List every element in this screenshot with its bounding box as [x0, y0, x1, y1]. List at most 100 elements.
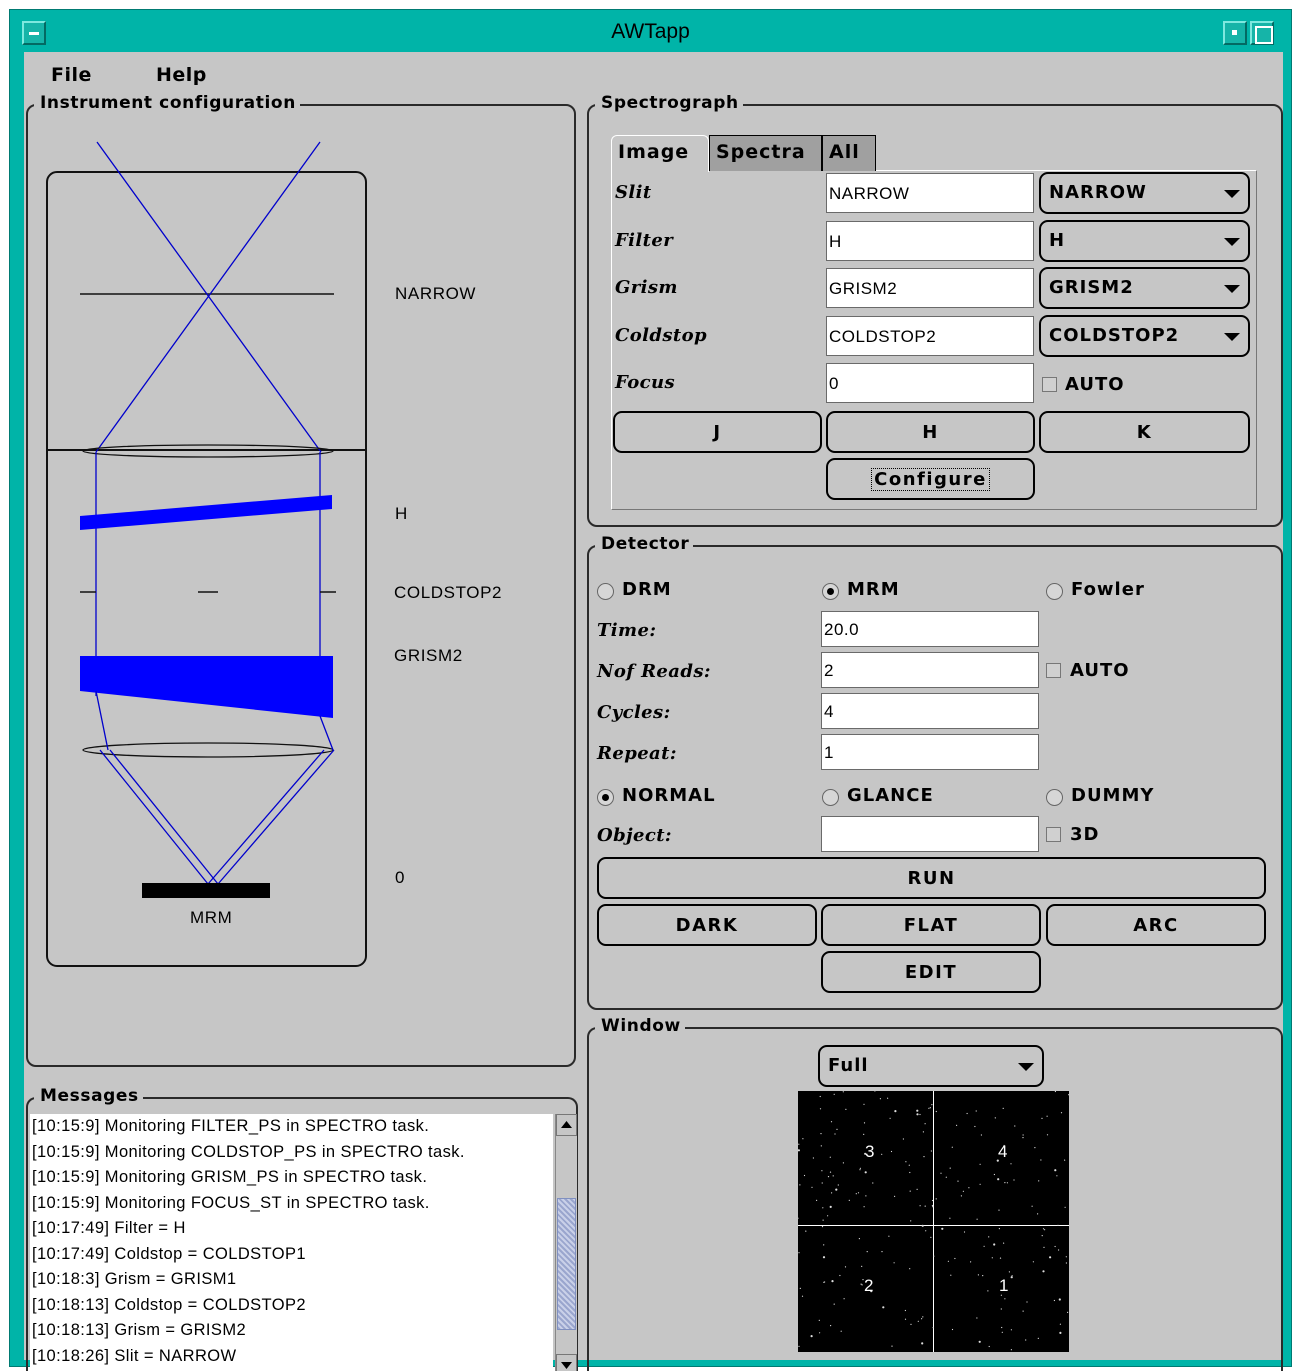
- fowler-radio[interactable]: [1046, 583, 1063, 600]
- star-dot: [970, 1261, 972, 1263]
- star-dot: [922, 1316, 924, 1318]
- star-dot: [975, 1110, 977, 1112]
- dark-button[interactable]: DARK: [597, 904, 817, 946]
- grism-select[interactable]: GRISM2: [1039, 267, 1250, 309]
- arc-button[interactable]: ARC: [1046, 904, 1266, 946]
- star-dot: [816, 1199, 818, 1201]
- star-dot: [798, 1143, 800, 1145]
- coldstop-select[interactable]: COLDSTOP2: [1039, 315, 1250, 357]
- star-dot: [1059, 1323, 1061, 1325]
- title-bar[interactable]: AWTapp: [10, 10, 1291, 48]
- star-dot: [802, 1138, 804, 1140]
- filter-field[interactable]: H: [826, 221, 1034, 261]
- slit-field[interactable]: NARROW: [826, 173, 1034, 213]
- nreads-auto-checkbox[interactable]: [1046, 663, 1061, 678]
- star-dot: [837, 1184, 839, 1186]
- message-line: [10:18:26] Slit = NARROW: [32, 1346, 237, 1365]
- filter-element: [80, 495, 332, 530]
- star-dot: [821, 1226, 824, 1228]
- j-band-button[interactable]: J: [613, 411, 822, 453]
- focus-field[interactable]: 0: [826, 363, 1034, 403]
- message-line: [10:15:9] Monitoring GRISM_PS in SPECTRO…: [32, 1168, 428, 1186]
- edit-button[interactable]: EDIT: [821, 951, 1041, 993]
- star-dot: [935, 1110, 937, 1113]
- cycles-field[interactable]: 4: [821, 693, 1039, 729]
- star-dot: [916, 1188, 918, 1190]
- star-dot: [1049, 1256, 1052, 1259]
- star-dot: [848, 1199, 850, 1201]
- tab-all[interactable]: All: [822, 135, 876, 171]
- nreads-field[interactable]: 2: [821, 652, 1039, 688]
- star-dot: [811, 1186, 813, 1188]
- messages-list[interactable]: [10:15:9] Monitoring FILTER_PS in SPECTR…: [30, 1114, 553, 1371]
- maximize-button[interactable]: [1250, 21, 1274, 45]
- tab-image[interactable]: Image: [611, 135, 709, 172]
- configure-button[interactable]: Configure: [826, 458, 1035, 500]
- beam-line: [95, 690, 109, 751]
- tab-spectra[interactable]: Spectra: [709, 135, 822, 171]
- message-line: [10:18:3] Grism = GRISM1: [32, 1270, 237, 1288]
- k-band-button[interactable]: K: [1039, 411, 1250, 453]
- filter-select[interactable]: H: [1039, 220, 1250, 262]
- window-panel-title: Window: [595, 1016, 685, 1036]
- h-band-button[interactable]: H: [826, 411, 1035, 453]
- star-dot: [966, 1112, 968, 1115]
- detector-quadrant-view[interactable]: 3 4 2 1: [798, 1091, 1069, 1352]
- menu-help[interactable]: Help: [156, 64, 207, 86]
- star-dot: [830, 1325, 832, 1327]
- time-field[interactable]: 20.0: [821, 611, 1039, 647]
- glance-label: GLANCE: [847, 785, 934, 806]
- star-dot: [1054, 1091, 1056, 1093]
- star-dot: [820, 1133, 822, 1135]
- coldstop-label: COLDSTOP2: [394, 583, 503, 602]
- messages-scrollbar[interactable]: [555, 1114, 577, 1371]
- flat-button[interactable]: FLAT: [821, 904, 1041, 946]
- object-field[interactable]: [821, 816, 1039, 852]
- star-dot: [917, 1320, 919, 1322]
- scroll-thumb[interactable]: [557, 1198, 576, 1330]
- star-dot: [916, 1113, 919, 1116]
- quadrant-3-label: 3: [865, 1142, 876, 1161]
- repeat-field[interactable]: 1: [821, 734, 1039, 770]
- star-dot: [820, 1145, 822, 1147]
- star-dot: [1057, 1224, 1059, 1226]
- glance-radio[interactable]: [822, 789, 839, 806]
- star-dot: [924, 1205, 926, 1207]
- scroll-up-button[interactable]: [556, 1114, 577, 1136]
- mrm-radio[interactable]: [822, 583, 839, 600]
- star-dot: [922, 1131, 924, 1133]
- slit-select[interactable]: NARROW: [1039, 172, 1250, 214]
- threed-checkbox[interactable]: [1046, 827, 1061, 842]
- star-dot: [994, 1117, 996, 1119]
- spectrograph-panel-title: Spectrograph: [595, 93, 743, 113]
- menu-file[interactable]: File: [51, 64, 92, 86]
- star-dot: [819, 1332, 821, 1334]
- scroll-down-button[interactable]: [556, 1354, 577, 1371]
- object-label: Object:: [597, 825, 672, 846]
- minimize-button[interactable]: [1223, 21, 1247, 45]
- run-button[interactable]: RUN: [597, 857, 1266, 899]
- camera-lens: [82, 742, 334, 758]
- window-select[interactable]: Full: [818, 1045, 1044, 1087]
- star-dot: [924, 1123, 926, 1125]
- detector-panel-title: Detector: [595, 534, 694, 554]
- grism-field[interactable]: GRISM2: [826, 268, 1034, 308]
- star-dot: [962, 1190, 964, 1192]
- star-dot: [1060, 1112, 1063, 1114]
- message-line: [10:15:9] Monitoring FOCUS_ST in SPECTRO…: [32, 1193, 430, 1212]
- message-line: [10:17:49] Coldstop = COLDSTOP1: [32, 1244, 306, 1263]
- star-dot: [1042, 1228, 1045, 1230]
- message-line: [10:15:9] Monitoring COLDSTOP_PS in SPEC…: [32, 1142, 465, 1161]
- coldstop-field[interactable]: COLDSTOP2: [826, 316, 1034, 356]
- star-dot: [833, 1303, 835, 1305]
- star-dot: [945, 1176, 947, 1178]
- dummy-radio[interactable]: [1046, 789, 1063, 806]
- star-dot: [894, 1110, 897, 1113]
- focus-auto-checkbox[interactable]: [1042, 377, 1057, 392]
- drm-radio[interactable]: [597, 583, 614, 600]
- normal-radio[interactable]: [597, 789, 614, 806]
- repeat-label: Repeat:: [597, 743, 677, 764]
- beam-line: [109, 749, 219, 885]
- star-dot: [821, 1170, 823, 1172]
- time-label: Time:: [597, 620, 657, 641]
